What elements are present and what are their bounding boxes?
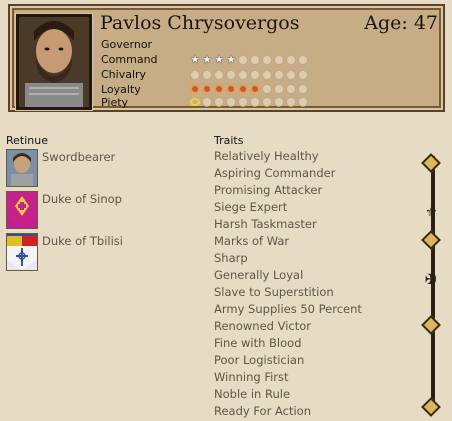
empty-pip-icon: [238, 55, 248, 65]
traits-header: Traits: [214, 134, 244, 147]
empty-pip-icon: [262, 70, 272, 80]
piety-halo-icon: [190, 98, 200, 106]
trait-item[interactable]: Slave to Superstition: [214, 285, 362, 302]
star-icon: ★: [190, 53, 200, 66]
retinue-item-duke-of-tbilisi[interactable]: Duke of Tbilisi: [6, 233, 206, 273]
bearded-face-icon: [19, 17, 89, 107]
retinue-item-swordbearer[interactable]: Swordbearer: [6, 149, 206, 189]
trait-item[interactable]: Poor Logistician: [214, 353, 362, 370]
empty-pip-icon: [238, 97, 248, 107]
traits-list: Relatively Healthy Aspiring Commander Prom…: [214, 149, 362, 421]
chivalry-label: Chivalry: [101, 68, 147, 81]
piety-label: Piety: [101, 96, 129, 109]
trait-item[interactable]: Sharp: [214, 251, 362, 268]
loyalty-icon: [190, 84, 200, 94]
trait-item[interactable]: Relatively Healthy: [214, 149, 362, 166]
trait-item[interactable]: Ready For Action: [214, 404, 362, 421]
character-age: Age: 47: [364, 12, 438, 34]
star-icon: ★: [202, 53, 212, 66]
sinop-banner-icon: [6, 191, 38, 229]
empty-pip-icon: [298, 97, 308, 107]
empty-pip-icon: [286, 97, 296, 107]
scroll-knot-icon: ⚜: [425, 205, 438, 221]
character-name: Pavlos Chrysovergos: [100, 12, 300, 34]
empty-pip-icon: [214, 70, 224, 80]
trait-item[interactable]: Harsh Taskmaster: [214, 217, 362, 234]
trait-item[interactable]: Noble in Rule: [214, 387, 362, 404]
empty-pip-icon: [250, 97, 260, 107]
empty-pip-icon: [226, 70, 236, 80]
loyalty-icon: [202, 84, 212, 94]
trait-item[interactable]: Generally Loyal: [214, 268, 362, 285]
trait-item[interactable]: Promising Attacker: [214, 183, 362, 200]
empty-pip-icon: [190, 70, 200, 80]
empty-pip-icon: [274, 84, 284, 94]
trait-item[interactable]: Army Supplies 50 Percent: [214, 302, 362, 319]
star-icon: ★: [214, 53, 224, 66]
loyalty-rating: [190, 84, 308, 94]
empty-pip-icon: [250, 70, 260, 80]
retinue-header: Retinue: [6, 134, 48, 147]
empty-pip-icon: [250, 55, 260, 65]
trait-item[interactable]: Winning First: [214, 370, 362, 387]
loyalty-icon: [250, 84, 260, 94]
character-portrait[interactable]: [16, 14, 92, 110]
empty-pip-icon: [202, 97, 212, 107]
trait-item[interactable]: Siege Expert: [214, 200, 362, 217]
star-icon: ★: [226, 53, 236, 66]
role-label: Governor: [101, 38, 153, 51]
empty-pip-icon: [226, 97, 236, 107]
scroll-thumb-diamond-icon[interactable]: [421, 315, 441, 335]
empty-pip-icon: [298, 55, 308, 65]
chivalry-rating: [190, 70, 308, 80]
empty-pip-icon: [286, 55, 296, 65]
piety-rating: [190, 97, 308, 107]
scroll-marker-diamond-icon[interactable]: [421, 230, 441, 250]
command-rating: ★ ★ ★ ★: [190, 53, 308, 66]
empty-pip-icon: [286, 84, 296, 94]
empty-pip-icon: [214, 97, 224, 107]
loyalty-icon: [226, 84, 236, 94]
trait-item[interactable]: Marks of War: [214, 234, 362, 251]
retinue-item-label: Swordbearer: [42, 150, 116, 164]
trait-item[interactable]: Fine with Blood: [214, 336, 362, 353]
scroll-knot-icon: ✠: [425, 272, 437, 288]
loyalty-icon: [214, 84, 224, 94]
scroll-down-diamond-icon[interactable]: [421, 397, 441, 417]
trait-item[interactable]: Aspiring Commander: [214, 166, 362, 183]
empty-pip-icon: [286, 70, 296, 80]
empty-pip-icon: [274, 70, 284, 80]
retinue-item-label: Duke of Tbilisi: [42, 234, 123, 248]
loyalty-icon: [238, 84, 248, 94]
empty-pip-icon: [274, 97, 284, 107]
retinue-item-label: Duke of Sinop: [42, 192, 122, 206]
trait-item[interactable]: Renowned Victor: [214, 319, 362, 336]
command-label: Command: [101, 53, 158, 66]
empty-pip-icon: [202, 70, 212, 80]
empty-pip-icon: [298, 84, 308, 94]
retinue-item-duke-of-sinop[interactable]: Duke of Sinop: [6, 191, 206, 231]
empty-pip-icon: [274, 55, 284, 65]
empty-pip-icon: [238, 70, 248, 80]
scroll-up-diamond-icon[interactable]: [421, 153, 441, 173]
swordbearer-portrait-icon: [6, 149, 38, 187]
empty-pip-icon: [262, 97, 272, 107]
empty-pip-icon: [262, 55, 272, 65]
empty-pip-icon: [298, 70, 308, 80]
empty-pip-icon: [262, 84, 272, 94]
loyalty-label: Loyalty: [101, 83, 141, 96]
tbilisi-banner-icon: [6, 233, 38, 271]
